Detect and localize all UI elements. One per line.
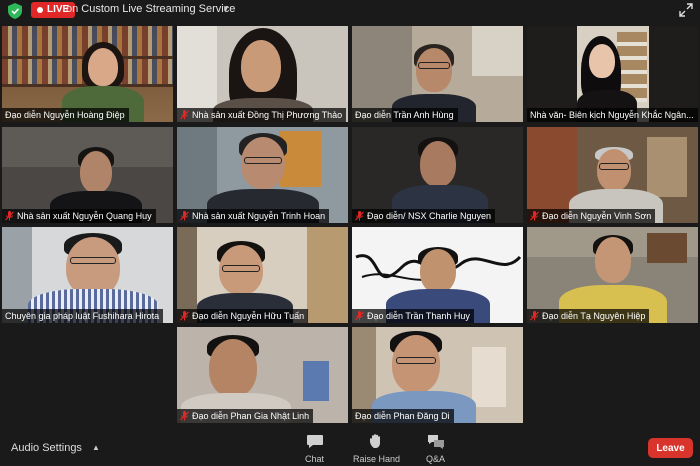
audio-settings-button[interactable]: Audio Settings: [11, 442, 82, 454]
shield-icon[interactable]: [8, 3, 22, 19]
participant-tile-active-speaker[interactable]: Đạo diễn Phan Đăng Di: [352, 327, 523, 423]
raise-hand-icon: [369, 434, 380, 448]
meeting-controls-bar: Audio Settings ▲ Chat Raise Hand Q&A Lea…: [0, 430, 700, 466]
participant-name-label: Đạo diễn Phan Gia Nhật Linh: [177, 409, 314, 423]
chevron-up-icon[interactable]: ▲: [92, 443, 100, 452]
leave-label: Leave: [656, 442, 685, 454]
participant-name-label: Chuyên gia pháp luật Fushihara Hirota: [2, 309, 164, 323]
chat-label: Chat: [305, 454, 325, 464]
participant-tile[interactable]: Nhà sản xuất Đồng Thị Phương Thảo: [177, 26, 348, 122]
muted-mic-icon: [180, 211, 189, 221]
participant-name-label: Nhà sản xuất Nguyễn Trinh Hoan: [177, 209, 330, 223]
participant-name-label: Đạo diễn Trần Anh Hùng: [352, 108, 458, 122]
muted-mic-icon: [180, 311, 189, 321]
top-bar: LIVE on Custom Live Streaming Service ▼: [0, 0, 700, 22]
participant-tile[interactable]: Nhà văn- Biên kịch Nguyễn Khắc Ngân...: [527, 26, 698, 122]
participant-tile[interactable]: Đạo diễn Trần Anh Hùng: [352, 26, 523, 122]
participant-tile[interactable]: Nhà sản xuất Nguyễn Trinh Hoan: [177, 127, 348, 223]
muted-mic-icon: [530, 211, 539, 221]
muted-mic-icon: [180, 411, 189, 421]
raise-hand-button[interactable]: Raise Hand: [353, 434, 400, 464]
expand-icon[interactable]: [679, 3, 693, 17]
chat-icon: [306, 435, 323, 448]
participant-name-label: Nhà sản xuất Nguyễn Quang Huy: [2, 209, 156, 223]
qa-button[interactable]: Q&A: [426, 434, 445, 464]
muted-mic-icon: [530, 311, 539, 321]
participant-name-label: Đạo diễn Phan Đăng Di: [352, 409, 454, 423]
participant-name-label: Đạo diễn Nguyễn Hoàng Điệp: [2, 108, 129, 122]
participant-name-label: Đạo diễn Nguyễn Hữu Tuấn: [177, 309, 309, 323]
participant-tile[interactable]: Đạo diễn Trần Thanh Huy: [352, 227, 523, 323]
participant-tile[interactable]: Đạo diễn Tạ Nguyên Hiệp: [527, 227, 698, 323]
participant-name-label: Nhà sản xuất Đồng Thị Phương Thảo: [177, 108, 347, 122]
qa-icon: [427, 435, 444, 449]
participant-tile[interactable]: Đạo diễn Nguyễn Vinh Sơn: [527, 127, 698, 223]
participant-tile[interactable]: Đạo diễn Phan Gia Nhật Linh: [177, 327, 348, 423]
participant-name-label: Đạo diễn Tạ Nguyên Hiệp: [527, 309, 650, 323]
muted-mic-icon: [355, 311, 364, 321]
chevron-down-icon[interactable]: ▼: [222, 4, 230, 13]
participant-name-label: Đạo diễn/ NSX Charlie Nguyen: [352, 209, 496, 223]
participant-tile[interactable]: Đạo diễn Nguyễn Hữu Tuấn: [177, 227, 348, 323]
participant-name-label: Nhà văn- Biên kịch Nguyễn Khắc Ngân...: [527, 108, 698, 122]
stream-service-text[interactable]: on Custom Live Streaming Service: [66, 3, 235, 15]
muted-mic-icon: [355, 211, 364, 221]
muted-mic-icon: [5, 211, 14, 221]
participant-tile[interactable]: Đạo diễn/ NSX Charlie Nguyen: [352, 127, 523, 223]
participant-name-label: Đạo diễn Nguyễn Vinh Sơn: [527, 209, 656, 223]
muted-mic-icon: [180, 110, 189, 120]
participant-tile[interactable]: Đạo diễn Nguyễn Hoàng Điệp: [2, 26, 173, 122]
chat-button[interactable]: Chat: [305, 434, 324, 464]
live-dot-icon: [37, 7, 43, 13]
raise-hand-label: Raise Hand: [353, 454, 401, 464]
participant-name-label: Đạo diễn Trần Thanh Huy: [352, 309, 474, 323]
qa-label: Q&A: [426, 454, 446, 464]
participant-tile[interactable]: Nhà sản xuất Nguyễn Quang Huy: [2, 127, 173, 223]
leave-button[interactable]: Leave: [648, 438, 693, 458]
participant-tile[interactable]: Chuyên gia pháp luật Fushihara Hirota: [2, 227, 173, 323]
